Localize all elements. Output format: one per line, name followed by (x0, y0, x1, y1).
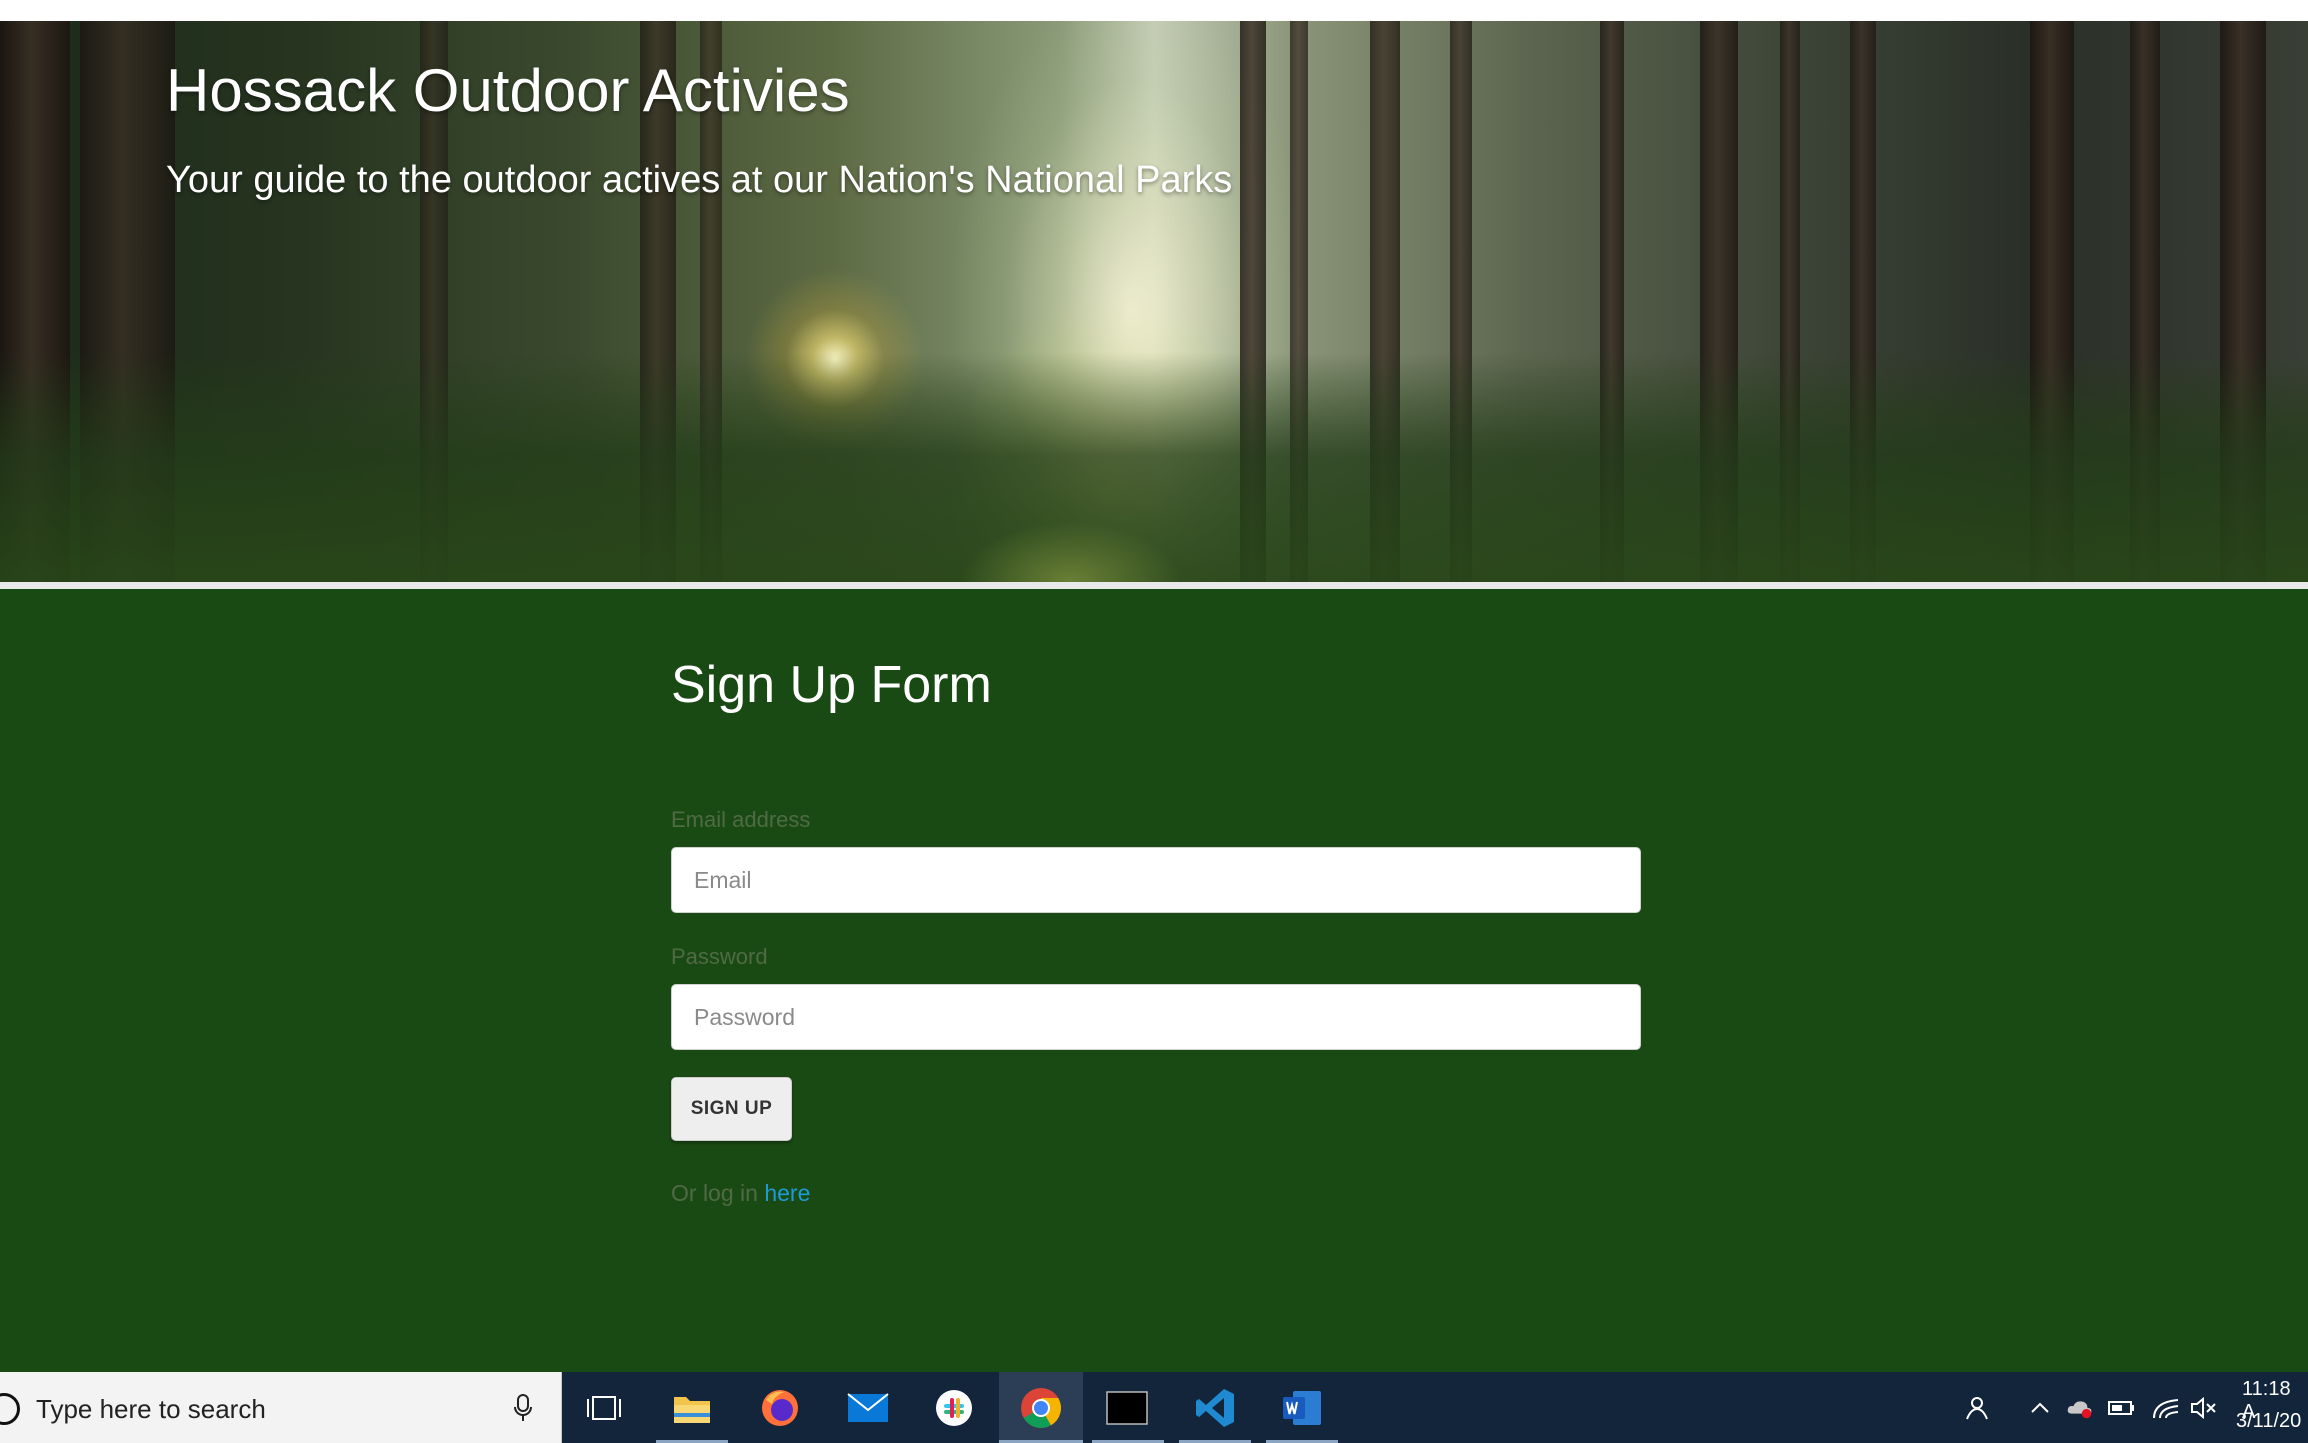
signup-section: Sign Up Form Email address Password SIGN… (0, 589, 2308, 1372)
login-prompt: Or log in here (671, 1180, 810, 1207)
taskbar-search[interactable]: Type here to search (0, 1372, 562, 1443)
email-label: Email address (671, 807, 811, 832)
browser-top-strip (0, 0, 2308, 21)
form-title: Sign Up Form (671, 656, 992, 714)
email-field[interactable] (671, 847, 1641, 913)
battery-icon[interactable] (2108, 1394, 2136, 1422)
login-prefix: Or log in (671, 1180, 765, 1206)
hero-path (960, 502, 1180, 582)
password-field[interactable] (671, 984, 1641, 1050)
chevron-up-icon[interactable] (2026, 1394, 2054, 1422)
chrome-icon[interactable] (1015, 1382, 1067, 1434)
microphone-icon[interactable] (513, 1394, 533, 1422)
terminal-icon[interactable] (1101, 1382, 1153, 1434)
people-icon[interactable] (1962, 1394, 1990, 1422)
site-subtitle: Your guide to the outdoor actives at our… (166, 159, 1233, 201)
cortana-icon[interactable] (0, 1393, 20, 1425)
task-view-icon[interactable] (578, 1382, 630, 1434)
hero-divider (0, 582, 2308, 589)
signup-button[interactable]: SIGN UP (671, 1077, 792, 1141)
file-explorer-icon[interactable] (666, 1382, 718, 1434)
hero-banner: Hossack Outdoor Activies Your guide to t… (0, 21, 2308, 582)
slack-icon[interactable] (928, 1382, 980, 1434)
word-icon[interactable] (1276, 1382, 1328, 1434)
windows-taskbar: Type here to search 11:18 A 3/11/20 (0, 1372, 2308, 1443)
mail-icon[interactable] (842, 1382, 894, 1434)
wifi-icon[interactable] (2152, 1394, 2180, 1422)
taskbar-search-placeholder: Type here to search (36, 1394, 266, 1424)
vscode-icon[interactable] (1189, 1382, 1241, 1434)
firefox-icon[interactable] (754, 1382, 806, 1434)
clock-date[interactable]: 3/11/20 (2236, 1410, 2301, 1433)
site-title: Hossack Outdoor Activies (166, 57, 850, 124)
volume-muted-icon[interactable] (2190, 1394, 2218, 1422)
password-label: Password (671, 944, 768, 969)
onedrive-error-icon[interactable] (2066, 1394, 2094, 1422)
login-link[interactable]: here (764, 1180, 810, 1206)
